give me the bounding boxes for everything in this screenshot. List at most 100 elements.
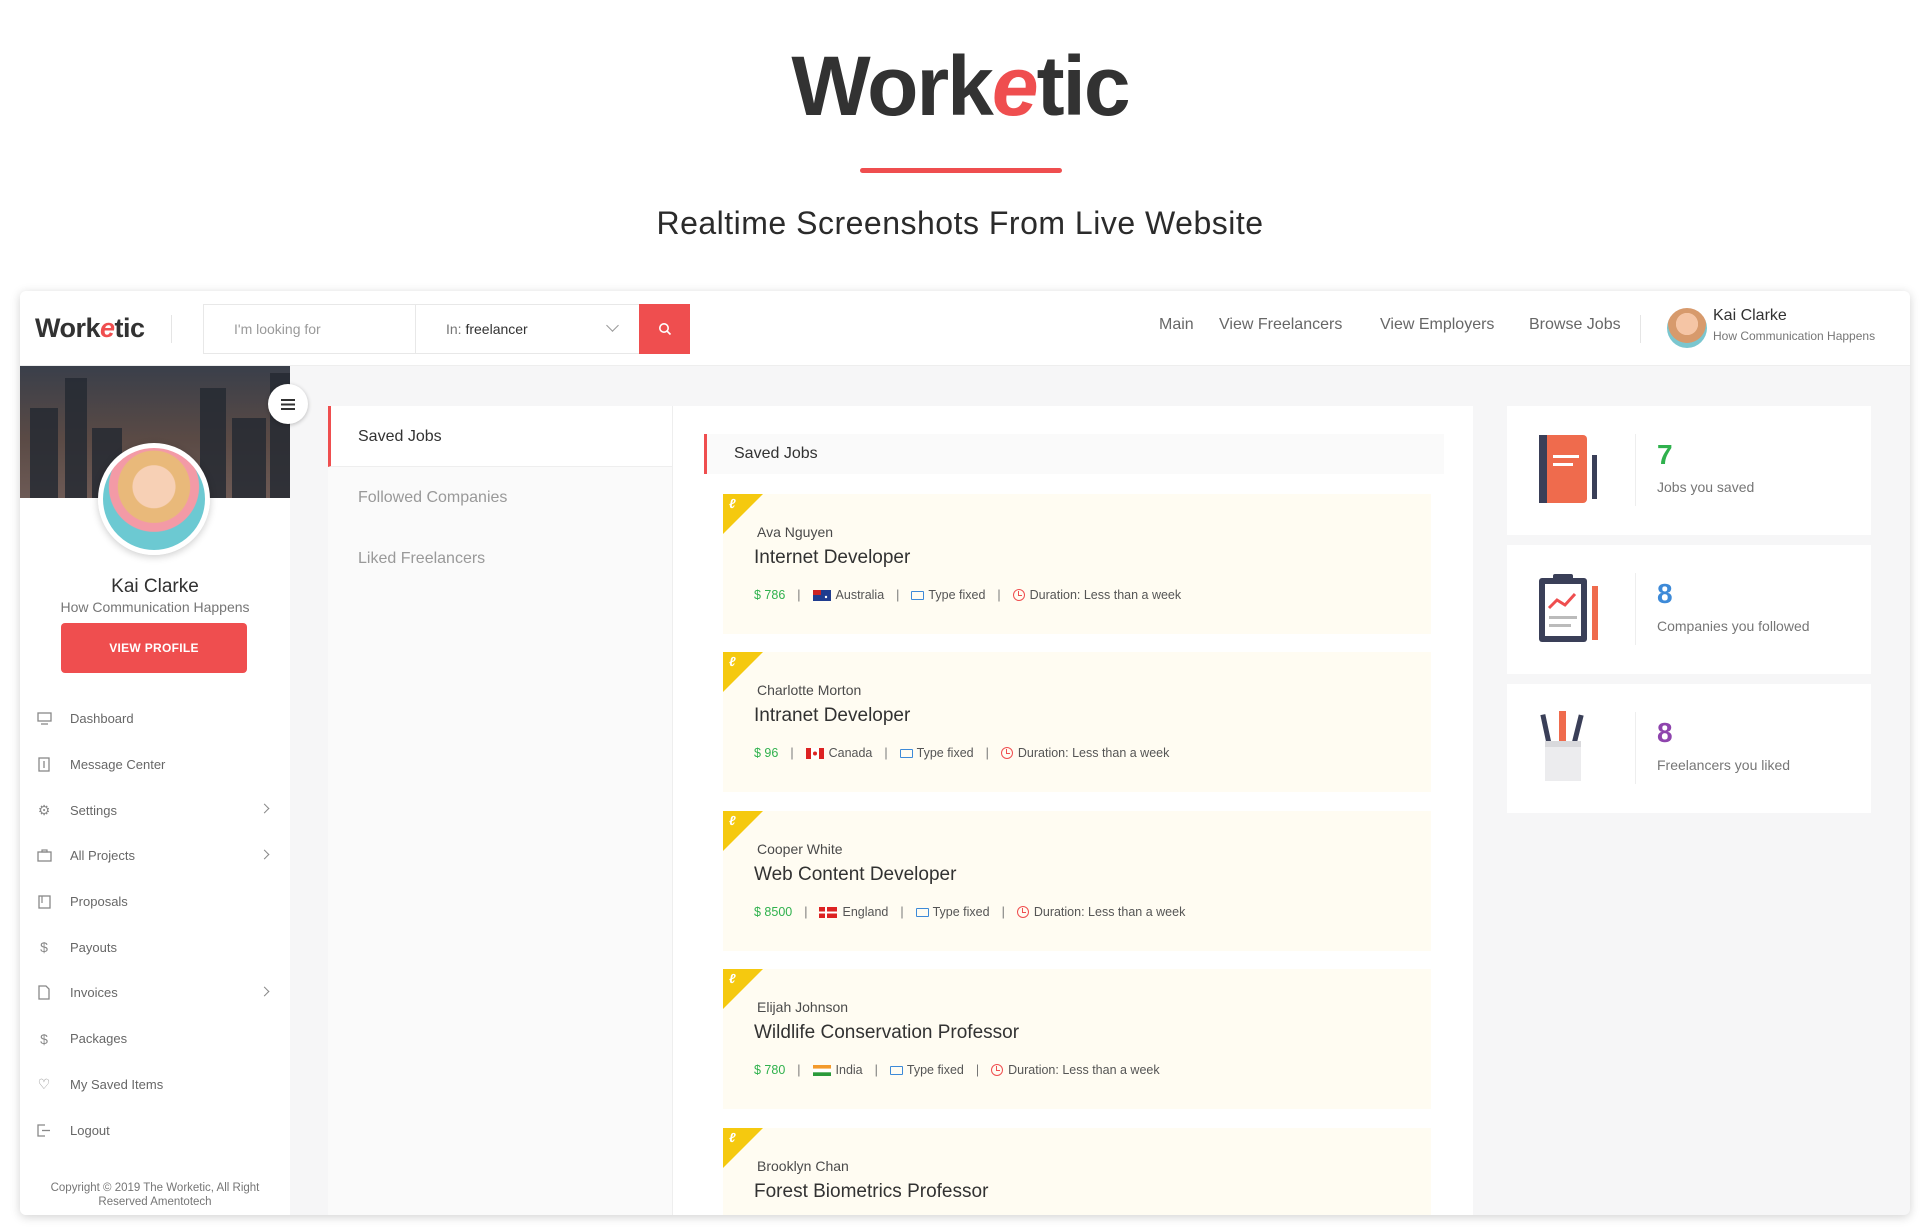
job-title[interactable]: Web Content Developer bbox=[754, 864, 956, 886]
sidebar-item-settings[interactable]: ⚙ Settings bbox=[20, 787, 290, 833]
job-price: $ 780 bbox=[754, 1063, 786, 1077]
job-title[interactable]: Wildlife Conservation Professor bbox=[754, 1022, 1019, 1044]
job-title[interactable]: Forest Biometrics Professor bbox=[754, 1181, 988, 1203]
job-duration: Duration: Less than a week bbox=[1029, 588, 1182, 602]
job-card[interactable]: ℓ Charlotte Morton Intranet Developer $ … bbox=[723, 652, 1431, 792]
brand-logo: Worketic bbox=[791, 39, 1130, 133]
user-tagline: How Communication Happens bbox=[1713, 329, 1876, 343]
job-card[interactable]: ℓ Cooper White Web Content Developer $ 8… bbox=[723, 811, 1431, 951]
tab-saved-jobs[interactable]: Saved Jobs bbox=[328, 406, 672, 467]
job-meta: $ 786 | Australia | Type fixed | Duration: … bbox=[754, 588, 1182, 602]
sidebar-item-dashboard[interactable]: Dashboard bbox=[20, 696, 290, 742]
nav-view-freelancers[interactable]: View Freelancers bbox=[1219, 316, 1342, 334]
search-icon bbox=[658, 323, 671, 336]
section-title: Saved Jobs bbox=[704, 434, 1444, 474]
sidebar-item-message-center[interactable]: Message Center bbox=[20, 742, 290, 788]
clock-icon bbox=[1012, 589, 1025, 601]
sidebar-toggle-button[interactable] bbox=[268, 384, 308, 424]
sidebar-item-packages[interactable]: $ Packages bbox=[20, 1016, 290, 1062]
clipboard-chart-icon bbox=[1539, 574, 1598, 642]
view-profile-button[interactable]: VIEW PROFILE bbox=[61, 623, 247, 673]
sidebar-menu: Dashboard Message Center ⚙ Settings All … bbox=[20, 696, 290, 1153]
sidebar-item-all-projects[interactable]: All Projects bbox=[20, 833, 290, 879]
sidebar-item-logout[interactable]: Logout bbox=[20, 1107, 290, 1153]
promo-tagline: Realtime Screenshots From Live Website bbox=[656, 205, 1264, 241]
sidebar-item-label: Invoices bbox=[70, 985, 118, 1001]
profile-avatar bbox=[98, 443, 210, 555]
sidebar-item-label: My Saved Items bbox=[70, 1076, 164, 1092]
chevron-right-icon bbox=[259, 849, 270, 860]
job-employer[interactable]: Charlotte Morton bbox=[757, 682, 861, 698]
india-flag-icon bbox=[812, 1064, 831, 1076]
sidebar-item-my-saved-items[interactable]: ♡ My Saved Items bbox=[20, 1062, 290, 1108]
featured-icon: ℓ bbox=[729, 654, 736, 669]
chevron-right-icon bbox=[259, 803, 270, 814]
saved-items-tabs: Saved Jobs Followed Companies Liked Free… bbox=[328, 406, 673, 1215]
saved-jobs-panel: Saved Jobs ℓ Ava Nguyen Internet Develop… bbox=[673, 406, 1473, 1215]
sidebar-item-label: Message Center bbox=[70, 757, 166, 773]
nav-browse-jobs[interactable]: Browse Jobs bbox=[1529, 316, 1621, 334]
avatar[interactable] bbox=[1667, 308, 1707, 348]
sidebar: Kai Clarke How Communication Happens VIE… bbox=[20, 366, 308, 1215]
stat-card-followed-companies[interactable]: 8 Companies you followed bbox=[1507, 545, 1871, 674]
folder-icon bbox=[911, 590, 925, 600]
sidebar-item-payouts[interactable]: $ Payouts bbox=[20, 924, 290, 970]
job-card[interactable]: ℓ Elijah Johnson Wildlife Conservation P… bbox=[723, 969, 1431, 1109]
job-country: England bbox=[842, 905, 889, 919]
tab-liked-freelancers[interactable]: Liked Freelancers bbox=[328, 528, 672, 589]
job-title[interactable]: Internet Developer bbox=[754, 547, 910, 569]
job-country: Australia bbox=[835, 588, 885, 602]
profile-tagline: How Communication Happens bbox=[60, 599, 250, 615]
job-employer[interactable]: Cooper White bbox=[757, 841, 843, 857]
promo-header: Worketic Realtime Screenshots From Live … bbox=[0, 0, 1920, 290]
clock-icon bbox=[1000, 747, 1013, 759]
job-meta: $ 8500 | England | Type fixed | Duration: L… bbox=[754, 905, 1186, 919]
clock-icon bbox=[991, 1064, 1004, 1076]
nav-view-employers[interactable]: View Employers bbox=[1380, 316, 1494, 334]
sidebar-item-invoices[interactable]: Invoices bbox=[20, 970, 290, 1016]
site-logo[interactable]: Worketic bbox=[35, 313, 145, 344]
tab-followed-companies[interactable]: Followed Companies bbox=[328, 467, 672, 528]
job-employer[interactable]: Ava Nguyen bbox=[757, 524, 833, 540]
stat-card-saved-jobs[interactable]: 7 Jobs you saved bbox=[1507, 406, 1871, 535]
divider bbox=[171, 315, 172, 343]
job-employer[interactable]: Brooklyn Chan bbox=[757, 1158, 849, 1174]
nav-main[interactable]: Main bbox=[1159, 316, 1194, 334]
job-card[interactable]: ℓ Brooklyn Chan Forest Biometrics Profes… bbox=[723, 1128, 1431, 1215]
sidebar-item-label: Packages bbox=[70, 1031, 128, 1047]
job-type: Type fixed bbox=[932, 905, 990, 919]
search-input[interactable] bbox=[204, 305, 416, 353]
job-meta: $ 96 | Canada | Type fixed | Duration: Less… bbox=[754, 746, 1170, 760]
sidebar-item-proposals[interactable]: Proposals bbox=[20, 879, 290, 925]
user-name[interactable]: Kai Clarke bbox=[1713, 307, 1787, 325]
building-icon bbox=[35, 756, 53, 774]
stat-value: 8 bbox=[1657, 578, 1673, 609]
folder-icon bbox=[889, 1065, 903, 1075]
gear-icon: ⚙ bbox=[37, 801, 51, 818]
folder-icon bbox=[915, 907, 929, 917]
job-price: $ 786 bbox=[754, 588, 786, 602]
sidebar-item-label: Dashboard bbox=[70, 711, 134, 727]
chevron-down-icon bbox=[606, 319, 619, 332]
briefcase-icon bbox=[35, 847, 53, 865]
profile-name: Kai Clarke bbox=[111, 576, 199, 597]
search-category-select[interactable]: In: freelancer bbox=[417, 305, 639, 353]
job-price: $ 96 bbox=[754, 746, 779, 760]
pencil-cup-icon bbox=[1540, 711, 1584, 781]
featured-icon: ℓ bbox=[729, 971, 736, 986]
job-type: Type fixed bbox=[916, 746, 974, 760]
copyright: Copyright © 2019 The Worketic, All Right… bbox=[50, 1182, 260, 1208]
featured-icon: ℓ bbox=[729, 1130, 736, 1145]
logout-icon bbox=[35, 1121, 53, 1139]
stat-label: Jobs you saved bbox=[1657, 479, 1755, 495]
job-card[interactable]: ℓ Ava Nguyen Internet Developer $ 786 | A… bbox=[723, 494, 1431, 634]
job-employer[interactable]: Elijah Johnson bbox=[757, 999, 848, 1015]
stat-card-liked-freelancers[interactable]: 8 Freelancers you liked bbox=[1507, 684, 1871, 813]
search-button[interactable] bbox=[639, 304, 690, 354]
job-duration: Duration: Less than a week bbox=[1017, 746, 1170, 760]
folder-icon bbox=[899, 748, 913, 758]
job-country: Canada bbox=[828, 746, 873, 760]
job-duration: Duration: Less than a week bbox=[1033, 905, 1186, 919]
job-title[interactable]: Intranet Developer bbox=[754, 705, 910, 727]
search-bar: In: freelancer bbox=[203, 304, 690, 354]
